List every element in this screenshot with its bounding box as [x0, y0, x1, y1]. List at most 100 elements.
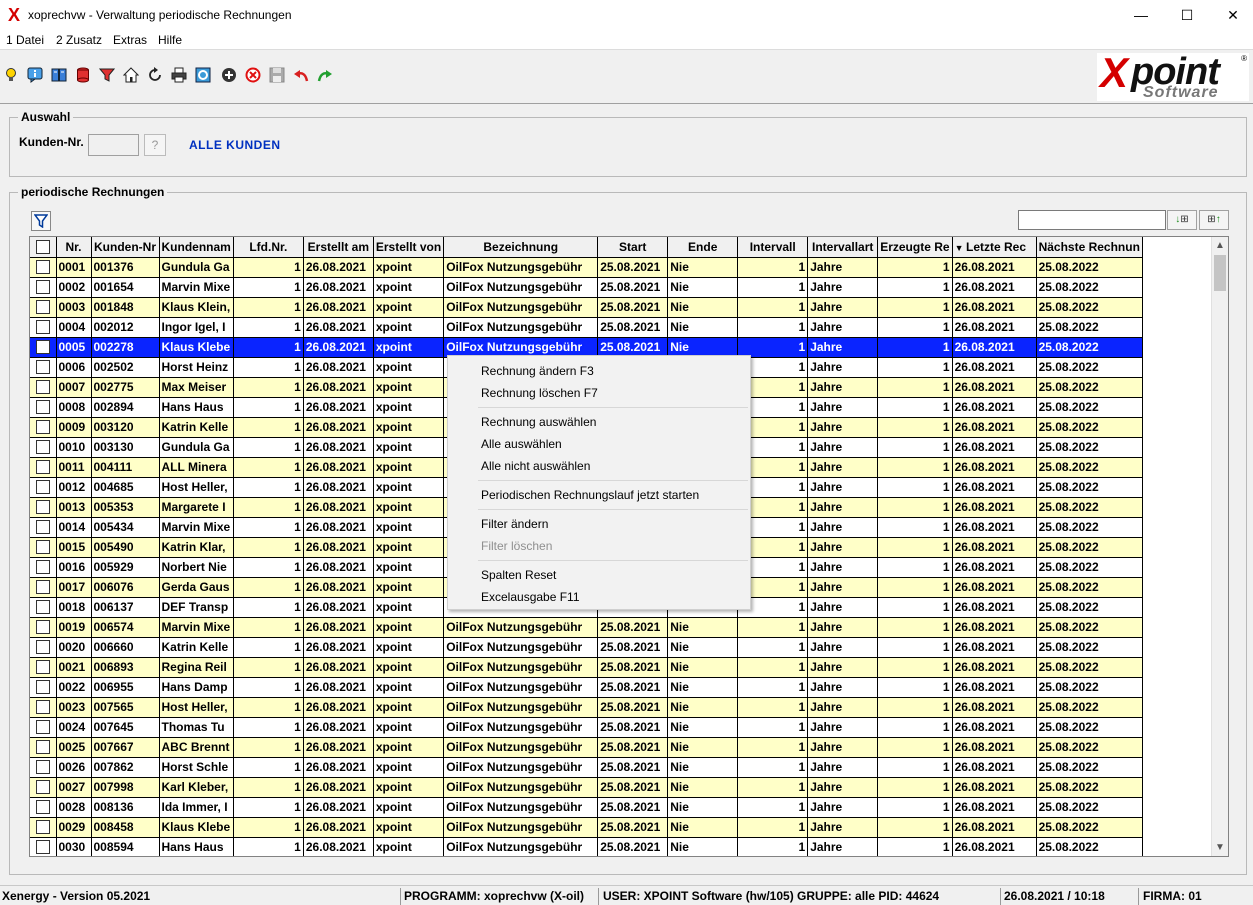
checkbox[interactable] — [35, 520, 50, 535]
checkbox[interactable] — [35, 300, 50, 315]
kunden-nr-input[interactable] — [88, 134, 139, 156]
filter-icon[interactable] — [98, 66, 116, 84]
menu-extras[interactable]: Extras — [113, 33, 147, 47]
column-header[interactable]: Nr. — [56, 237, 92, 258]
info-icon[interactable] — [26, 66, 44, 84]
checkbox[interactable] — [35, 580, 50, 595]
checkbox[interactable] — [35, 680, 50, 695]
checkbox[interactable] — [35, 420, 50, 435]
column-header[interactable]: Lfd.Nr. — [233, 237, 304, 258]
checkbox[interactable] — [35, 360, 50, 375]
help-icon[interactable] — [194, 66, 212, 84]
row-select-cell[interactable] — [30, 697, 57, 718]
column-header[interactable]: Ende — [667, 237, 739, 258]
table-row[interactable]: 0027 007998 Karl Kleber, 1 26.08.2021 xpoint O… — [30, 777, 1143, 798]
scroll-down-icon[interactable]: ▼ — [1212, 839, 1228, 856]
column-header[interactable]: Kundennam — [159, 237, 234, 258]
row-select-cell[interactable] — [30, 517, 57, 538]
checkbox[interactable] — [35, 700, 50, 715]
menu-item-rechnung-auswaehlen[interactable]: Rechnung auswählen — [481, 415, 596, 429]
column-header[interactable]: Erzeugte Re — [877, 237, 953, 258]
row-select-cell[interactable] — [30, 477, 57, 498]
menu-hilfe[interactable]: Hilfe — [158, 33, 182, 47]
lightbulb-icon[interactable] — [2, 66, 20, 84]
checkbox[interactable] — [35, 460, 50, 475]
column-header[interactable]: Intervall — [737, 237, 809, 258]
home-icon[interactable] — [122, 66, 140, 84]
checkbox[interactable] — [35, 620, 50, 635]
checkbox[interactable] — [35, 720, 50, 735]
menu-item-alle-auswaehlen[interactable]: Alle auswählen — [481, 437, 562, 451]
checkbox[interactable] — [35, 320, 50, 335]
checkbox[interactable] — [35, 560, 50, 575]
checkbox[interactable] — [35, 600, 50, 615]
menu-item-rechnung-aendern[interactable]: Rechnung ändern F3 — [481, 364, 594, 378]
row-select-cell[interactable] — [30, 297, 57, 318]
search-up-button[interactable]: ⊞↑ — [1199, 210, 1229, 230]
checkbox[interactable] — [35, 280, 50, 295]
row-select-cell[interactable] — [30, 677, 57, 698]
checkbox[interactable] — [35, 260, 50, 275]
row-select-cell[interactable] — [30, 777, 57, 798]
delete-icon[interactable] — [244, 66, 262, 84]
column-header[interactable]: Erstellt am — [303, 237, 374, 258]
save-icon[interactable] — [268, 66, 286, 84]
menu-item-excelausgabe[interactable]: Excelausgabe F11 — [481, 590, 580, 604]
table-row[interactable]: 0001 001376 Gundula Ga 1 26.08.2021 xpoint Oil… — [30, 257, 1143, 278]
row-select-cell[interactable] — [30, 637, 57, 658]
undo-icon[interactable] — [292, 66, 310, 84]
checkbox[interactable] — [35, 400, 50, 415]
menu-item-rechnung-loeschen[interactable]: Rechnung löschen F7 — [481, 386, 598, 400]
row-select-cell[interactable] — [30, 357, 57, 378]
row-select-cell[interactable] — [30, 277, 57, 298]
row-select-cell[interactable] — [30, 317, 57, 338]
checkbox[interactable] — [35, 660, 50, 675]
row-select-cell[interactable] — [30, 497, 57, 518]
checkbox[interactable] — [35, 800, 50, 815]
column-header[interactable]: Erstellt von — [373, 237, 445, 258]
checkbox[interactable] — [35, 380, 50, 395]
table-row[interactable]: 0023 007565 Host Heller, 1 26.08.2021 xpoint O… — [30, 697, 1143, 718]
scroll-up-icon[interactable]: ▲ — [1212, 237, 1228, 254]
column-header[interactable]: Kunden-Nr — [91, 237, 160, 258]
redo-icon[interactable] — [316, 66, 334, 84]
print-icon[interactable] — [170, 66, 188, 84]
kunden-lookup-button[interactable]: ? — [144, 134, 166, 156]
row-select-cell[interactable] — [30, 757, 57, 778]
table-row[interactable]: 0005 002278 Klaus Klebe 1 26.08.2021 xpoint Oi… — [30, 337, 1143, 358]
checkbox[interactable] — [35, 820, 50, 835]
checkbox[interactable] — [35, 500, 50, 515]
maximize-button[interactable]: ☐ — [1164, 0, 1210, 30]
table-row[interactable]: 0030 008594 Hans Haus 1 26.08.2021 xpoint OilF… — [30, 837, 1143, 856]
column-header[interactable]: Nächste Rechnun — [1036, 237, 1143, 258]
minimize-button[interactable]: — — [1118, 0, 1164, 30]
checkbox[interactable] — [35, 480, 50, 495]
checkbox[interactable] — [35, 740, 50, 755]
checkbox[interactable] — [35, 760, 50, 775]
checkbox[interactable] — [35, 640, 50, 655]
row-select-cell[interactable] — [30, 417, 57, 438]
table-row[interactable]: 0022 006955 Hans Damp 1 26.08.2021 xpoint OilF… — [30, 677, 1143, 698]
row-select-cell[interactable] — [30, 717, 57, 738]
menu-item-spalten-reset[interactable]: Spalten Reset — [481, 568, 556, 582]
row-select-cell[interactable] — [30, 817, 57, 838]
row-select-cell[interactable] — [30, 397, 57, 418]
table-row[interactable]: 0021 006893 Regina Reil 1 26.08.2021 xpoint Oi… — [30, 657, 1143, 678]
row-select-cell[interactable] — [30, 737, 57, 758]
filter-button[interactable] — [31, 211, 51, 231]
table-row[interactable]: 0024 007645 Thomas Tu 1 26.08.2021 xpoint OilF… — [30, 717, 1143, 738]
row-select-cell[interactable] — [30, 257, 57, 278]
table-row[interactable]: 0004 002012 Ingor Igel, I 1 26.08.2021 xpoint… — [30, 317, 1143, 338]
vertical-scrollbar[interactable]: ▲ ▼ — [1211, 237, 1228, 856]
row-select-cell[interactable] — [30, 437, 57, 458]
row-select-cell[interactable] — [30, 537, 57, 558]
refresh-icon[interactable] — [146, 66, 164, 84]
checkbox[interactable] — [35, 340, 50, 355]
column-header[interactable]: Intervallart — [807, 237, 879, 258]
column-header[interactable]: ▼ Letzte Rec — [952, 237, 1037, 258]
database-icon[interactable] — [74, 66, 92, 84]
scroll-thumb[interactable] — [1214, 255, 1226, 291]
row-select-cell[interactable] — [30, 337, 57, 358]
table-row[interactable]: 0025 007667 ABC Brennt 1 26.08.2021 xpoint Oil… — [30, 737, 1143, 758]
book-icon[interactable] — [50, 66, 68, 84]
